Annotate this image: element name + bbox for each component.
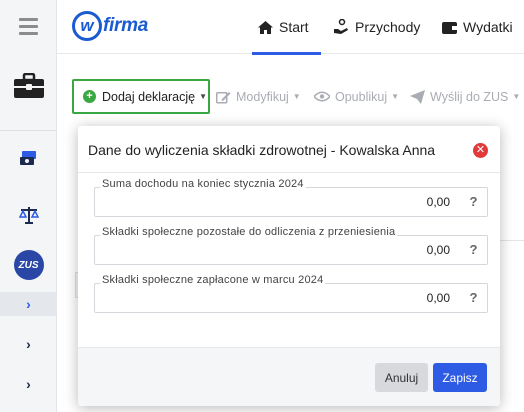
publish-button[interactable]: Opublikuj ▼ [314, 79, 399, 114]
carryover-contributions-field: Składki społeczne pozostałe do odliczeni… [94, 226, 488, 265]
sidebar-chevron-active[interactable]: › [0, 292, 57, 316]
nav-expenses-label: Wydatki [463, 19, 513, 35]
nav-start-label: Start [279, 19, 309, 35]
help-icon[interactable]: ? [460, 283, 488, 313]
send-to-zus-button[interactable]: Wyślij do ZUS ▼ [410, 79, 520, 114]
help-icon[interactable]: ? [460, 235, 488, 265]
carryover-contributions-label: Składki społeczne pozostałe do odliczeni… [100, 226, 398, 238]
income-sum-label: Suma dochodu na koniec stycznia 2024 [100, 178, 306, 190]
carryover-contributions-input[interactable]: 0,00 [94, 235, 460, 265]
logo-text: firma [103, 15, 148, 36]
dialog-header: Dane do wyliczenia składki zdrowotnej - … [78, 126, 500, 173]
app-window: ZUS › › › w firma Start Przychody Wydatk… [0, 0, 524, 412]
nav-expenses[interactable]: Wydatki [442, 0, 513, 54]
chevron-right-icon: › [26, 296, 31, 312]
wfirma-logo[interactable]: w firma [72, 11, 148, 41]
caret-down-icon: ▼ [512, 92, 521, 101]
close-icon[interactable]: ✕ [473, 143, 488, 158]
sidebar: ZUS › › › [0, 0, 57, 412]
dialog-footer: Anuluj Zapisz [78, 347, 500, 406]
march-contributions-label: Składki społeczne zapłacone w marcu 2024 [100, 274, 326, 286]
top-header: w firma Start Przychody Wydatki [57, 0, 524, 55]
briefcase-icon[interactable] [0, 66, 57, 106]
plus-circle-icon: + [83, 90, 96, 103]
wallet-icon [442, 21, 457, 34]
paper-plane-icon [410, 89, 425, 104]
caret-down-icon: ▼ [199, 92, 208, 101]
nav-income[interactable]: Przychody [333, 0, 420, 54]
help-icon[interactable]: ? [460, 187, 488, 217]
sidebar-divider [0, 130, 57, 131]
send-to-zus-label: Wyślij do ZUS [430, 89, 509, 104]
logo-mark: w [72, 11, 102, 41]
add-declaration-button[interactable]: + Dodaj deklarację ▼ [72, 79, 210, 114]
march-contributions-field: Składki społeczne zapłacone w marcu 2024… [94, 274, 488, 313]
zus-logo-icon[interactable]: ZUS [0, 248, 57, 282]
edit-icon [216, 90, 231, 104]
modify-label: Modyfikuj [236, 89, 289, 104]
menu-icon[interactable] [0, 14, 57, 38]
modify-button[interactable]: Modyfikuj ▼ [216, 79, 301, 114]
income-sum-field: Suma dochodu na koniec stycznia 2024 0,0… [94, 178, 488, 217]
dialog-title: Dane do wyliczenia składki zdrowotnej - … [88, 142, 436, 158]
zus-logo: ZUS [13, 250, 44, 280]
nav-income-label: Przychody [355, 19, 421, 35]
toolbar: + Dodaj deklarację ▼ Modyfikuj ▼ Opublik… [57, 76, 524, 120]
sidebar-chevron[interactable]: › [0, 372, 57, 396]
sidebar-chevron[interactable]: › [0, 332, 57, 356]
chevron-right-icon: › [26, 336, 31, 352]
chevron-right-icon: › [26, 376, 31, 392]
health-contribution-dialog: Dane do wyliczenia składki zdrowotnej - … [78, 126, 500, 406]
caret-down-icon: ▼ [292, 92, 301, 101]
eye-icon [314, 91, 330, 102]
add-declaration-label: Dodaj deklarację [102, 89, 196, 104]
hand-coins-icon [333, 19, 349, 35]
publish-label: Opublikuj [335, 89, 388, 104]
save-button[interactable]: Zapisz [433, 363, 487, 392]
nav-start[interactable]: Start [252, 0, 321, 55]
march-contributions-input[interactable]: 0,00 [94, 283, 460, 313]
cancel-button[interactable]: Anuluj [375, 363, 428, 392]
caret-down-icon: ▼ [391, 92, 400, 101]
income-sum-input[interactable]: 0,00 [94, 187, 460, 217]
money-icon[interactable] [0, 146, 57, 170]
home-icon [258, 20, 273, 34]
scale-icon[interactable] [0, 203, 57, 227]
dialog-body: Suma dochodu na koniec stycznia 2024 0,0… [78, 173, 500, 347]
